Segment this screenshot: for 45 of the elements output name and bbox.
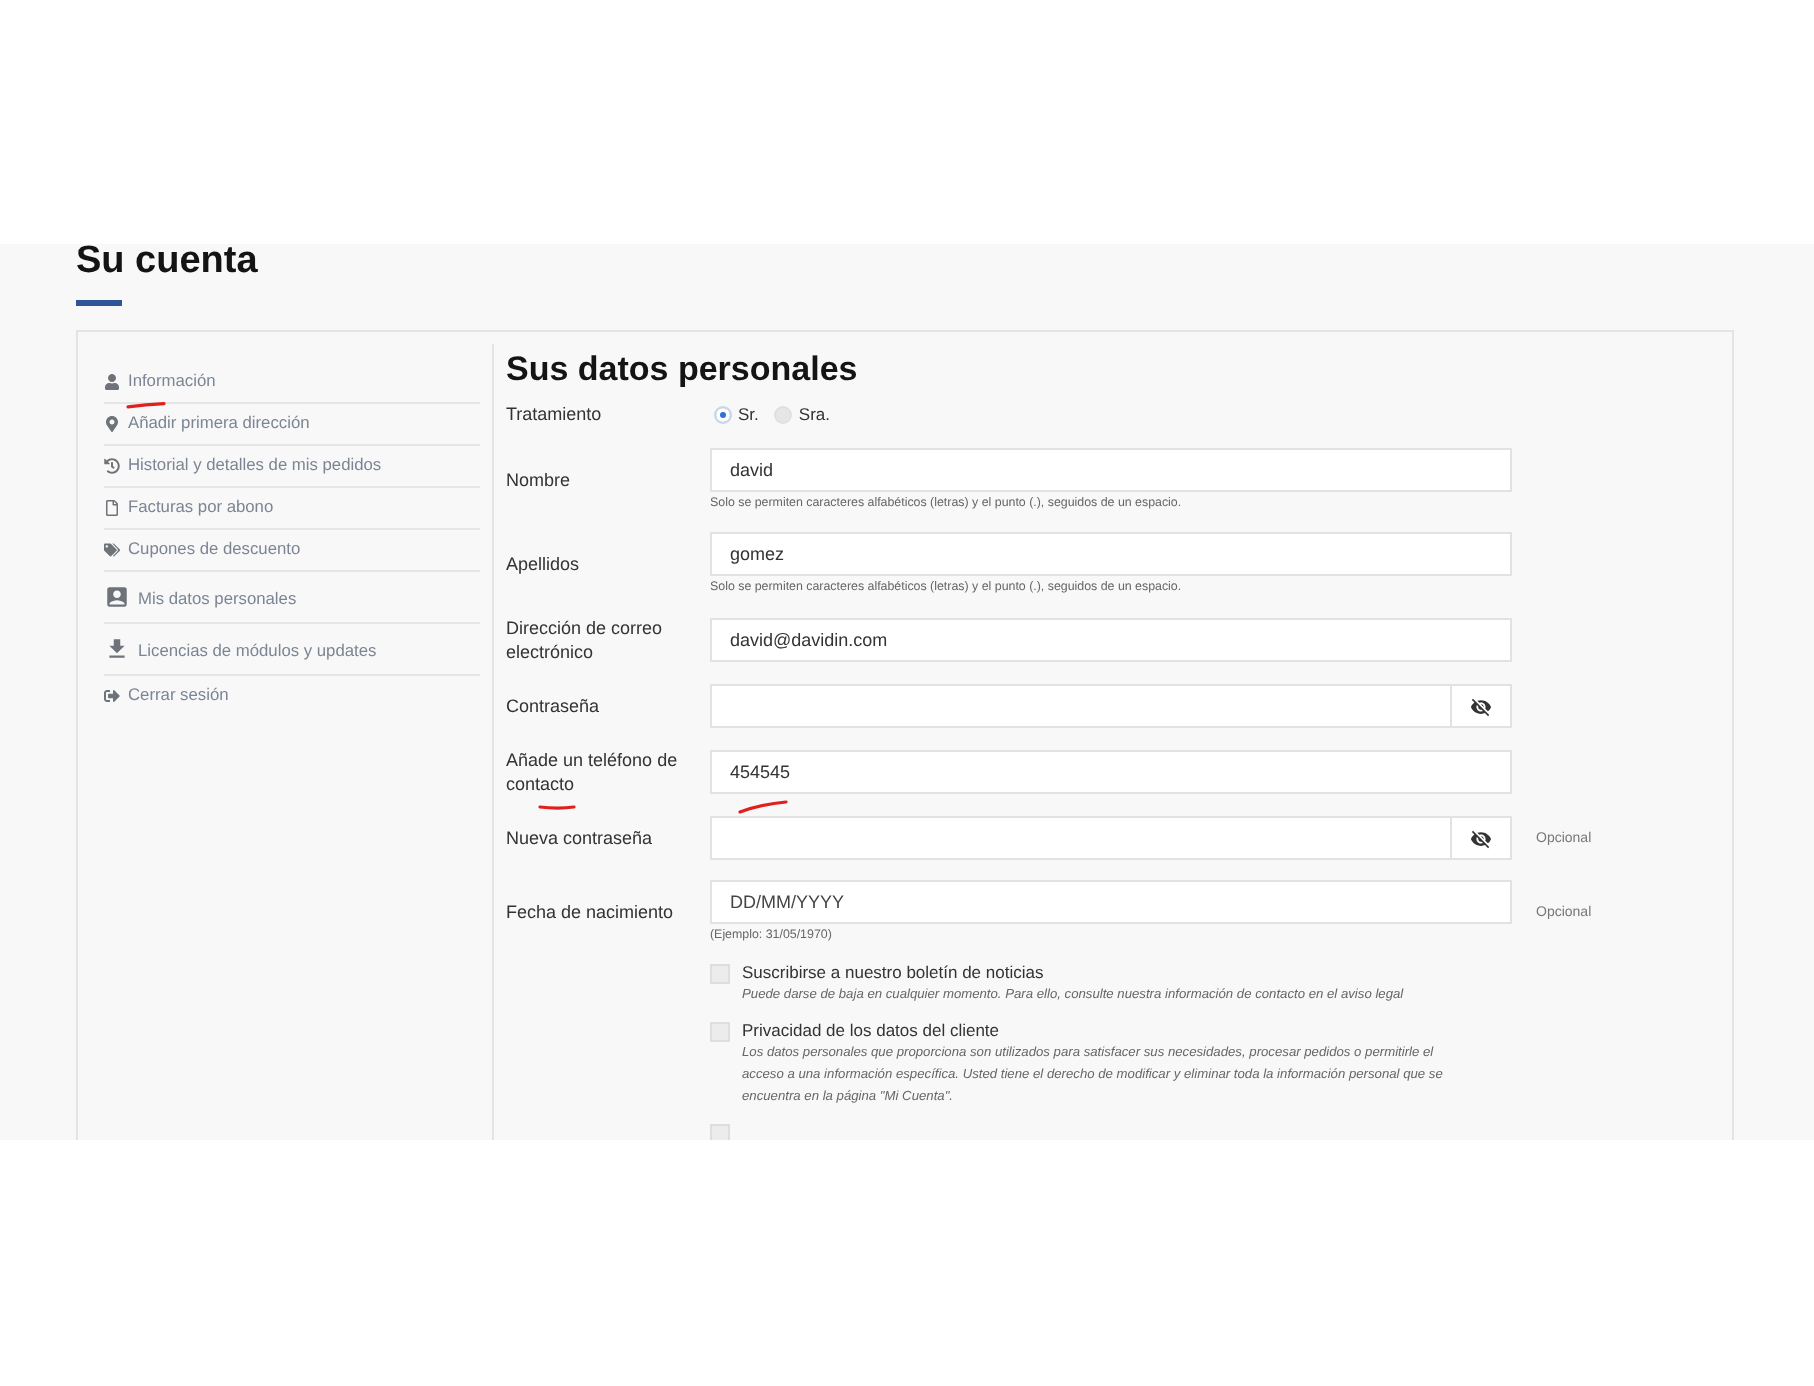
field-label: Tratamiento	[506, 402, 604, 426]
text-field[interactable]: 454545	[710, 750, 1512, 794]
sidebar-link[interactable]: Historial y detalles de mis pedidos	[104, 446, 480, 486]
field-label: Fecha de nacimiento	[506, 900, 676, 924]
checkbox[interactable]	[710, 964, 730, 984]
sidebar-link[interactable]: Licencias de módulos y updates	[104, 624, 480, 674]
sidebar-link[interactable]: Facturas por abono	[104, 488, 480, 528]
field-label: Añade un teléfono de contacto	[506, 748, 680, 796]
field-label: Nueva contraseña	[506, 826, 655, 850]
page-title: Su cuenta	[76, 244, 258, 280]
radio-button[interactable]	[714, 405, 732, 423]
map-pin-icon	[104, 415, 120, 431]
field-label: Contraseña	[506, 694, 602, 718]
checkbox[interactable]	[710, 1022, 730, 1042]
checkbox-label: Suscribirse a nuestro boletín de noticias	[742, 962, 1044, 984]
text-field[interactable]: david	[710, 448, 1512, 492]
logout-icon	[104, 687, 120, 703]
sidebar-link[interactable]: Cerrar sesión	[104, 676, 480, 716]
radio-option[interactable]: Sr.	[714, 404, 759, 424]
history-icon	[104, 457, 120, 473]
field-label: Apellidos	[506, 552, 582, 576]
user-icon	[104, 373, 120, 389]
radio-option[interactable]: Sra.	[774, 404, 830, 424]
field-label: Nombre	[506, 468, 573, 492]
password-field[interactable]	[710, 816, 1512, 860]
eye-slash-icon	[1470, 827, 1492, 849]
checkbox-label: Privacidad de los datos del cliente	[742, 1020, 1000, 1042]
radio-button[interactable]	[774, 405, 793, 423]
download-icon	[104, 636, 130, 662]
title-underline	[76, 300, 122, 306]
sidebar-link[interactable]: Añadir primera dirección	[104, 404, 480, 444]
text-field[interactable]: david@davidin.com	[710, 618, 1512, 662]
text-field[interactable]: DD/MM/YYYY	[710, 880, 1512, 924]
sidebar-link[interactable]: Información	[104, 362, 480, 402]
password-field[interactable]	[710, 684, 1512, 728]
field-label: Dirección de correo electrónico	[506, 616, 665, 664]
account-box-icon	[104, 584, 130, 610]
sidebar-link[interactable]: Cupones de descuento	[104, 530, 480, 570]
eye-slash-icon	[1470, 695, 1492, 717]
text-field[interactable]: gomez	[710, 532, 1512, 576]
section-title: Sus datos personales	[506, 350, 858, 390]
file-icon	[104, 499, 120, 515]
tags-icon	[104, 541, 120, 557]
checkbox[interactable]	[710, 1124, 730, 1140]
sidebar-link[interactable]: Mis datos personales	[104, 572, 480, 622]
